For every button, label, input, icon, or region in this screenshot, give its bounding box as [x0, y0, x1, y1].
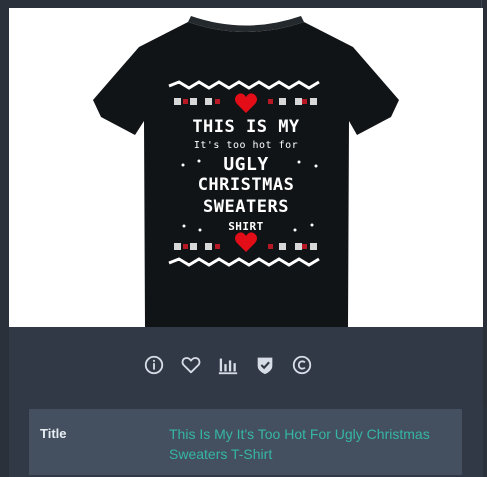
info-icon: [144, 355, 164, 375]
stats-button[interactable]: [217, 354, 239, 376]
verified-button[interactable]: [254, 354, 276, 376]
title-value: This Is My It's Too Hot For Ugly Christm…: [169, 426, 430, 462]
shirt-text-line-1: THIS IS MY: [192, 117, 300, 137]
heart-icon: [181, 357, 201, 374]
shirt-text-line-5: SWEATERS: [203, 197, 289, 217]
shirt-text-line-2: It's too hot for: [193, 140, 299, 151]
shirt-text-line-3: UGLY: [223, 154, 269, 175]
product-detail-view: THIS IS MY It's too hot for UGLY CHRISTM…: [0, 0, 487, 477]
shirt-text-line-4: CHRISTMAS: [197, 175, 295, 195]
product-image: THIS IS MY It's too hot for UGLY CHRISTM…: [9, 8, 483, 327]
copyright-button[interactable]: [291, 354, 313, 376]
product-info-panel: Title This Is My It's Too Hot For Ugly C…: [9, 327, 483, 477]
title-row: Title This Is My It's Too Hot For Ugly C…: [29, 409, 462, 475]
favorite-button[interactable]: [180, 354, 202, 376]
shirt-text-line-6: SHIRT: [228, 220, 264, 233]
action-toolbar: [143, 354, 313, 376]
shield-check-icon: [257, 357, 273, 375]
bar-chart-icon: [218, 358, 238, 375]
copyright-icon: [292, 355, 312, 375]
title-label: Title: [40, 426, 67, 441]
info-button[interactable]: [143, 354, 165, 376]
